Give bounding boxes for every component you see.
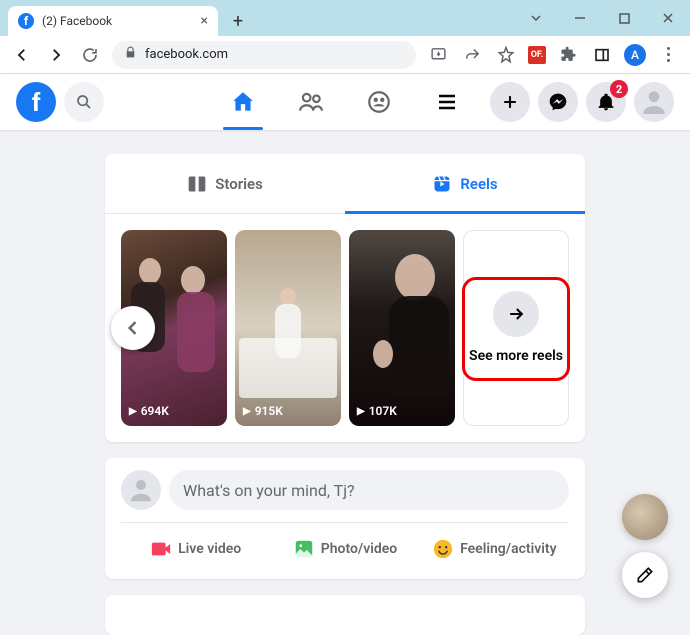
window-controls xyxy=(514,0,690,36)
tab-reels[interactable]: Reels xyxy=(345,154,585,213)
reel-views: 915K xyxy=(243,404,283,418)
facebook-header-right: 2 xyxy=(490,82,674,122)
address-bar[interactable]: facebook.com xyxy=(112,41,416,69)
create-button[interactable] xyxy=(490,82,530,122)
stories-icon xyxy=(187,174,207,194)
reels-prev-button[interactable] xyxy=(111,306,155,350)
reel-item-3[interactable]: 107K xyxy=(349,230,455,426)
nav-friends[interactable] xyxy=(281,74,341,130)
composer-input[interactable]: What's on your mind, Tj? xyxy=(169,470,569,510)
messenger-button[interactable] xyxy=(538,82,578,122)
url-text: facebook.com xyxy=(145,47,228,62)
search-button[interactable] xyxy=(64,82,104,122)
window-titlebar: f (2) Facebook × + xyxy=(0,0,690,36)
toolbar-icons: OF. A xyxy=(426,43,680,67)
menu-kebab-icon[interactable] xyxy=(656,43,680,67)
reel-views: 694K xyxy=(129,404,169,418)
extensions-icon[interactable] xyxy=(556,43,580,67)
tab-title: (2) Facebook xyxy=(42,14,112,28)
reload-button[interactable] xyxy=(78,43,102,67)
stories-reels-tabs: Stories Reels xyxy=(105,154,585,214)
feeling-activity-button[interactable]: Feeling/activity xyxy=(420,531,569,567)
bookmark-star-icon[interactable] xyxy=(494,43,518,67)
browser-toolbar: facebook.com OF. A xyxy=(0,36,690,74)
lock-icon xyxy=(124,46,137,63)
reels-row: 694K 915K 107K See more reels xyxy=(105,214,585,442)
browser-tab[interactable]: f (2) Facebook × xyxy=(8,6,218,36)
share-icon[interactable] xyxy=(460,43,484,67)
tab-stories-label: Stories xyxy=(215,175,263,193)
caret-down-icon[interactable] xyxy=(514,0,558,36)
nav-groups[interactable] xyxy=(349,74,409,130)
notifications-button[interactable]: 2 xyxy=(586,82,626,122)
profile-avatar[interactable] xyxy=(634,82,674,122)
close-window-button[interactable] xyxy=(646,0,690,36)
minimize-button[interactable] xyxy=(558,0,602,36)
reel-item-2[interactable]: 915K xyxy=(235,230,341,426)
live-video-button[interactable]: Live video xyxy=(121,531,270,567)
extension-of[interactable]: OF. xyxy=(528,46,546,64)
feed-content: Stories Reels 694K 915K 107K xyxy=(0,130,690,635)
nav-menu[interactable] xyxy=(417,74,477,130)
composer-card: What's on your mind, Tj? Live video Phot… xyxy=(105,458,585,579)
new-tab-button[interactable]: + xyxy=(224,7,252,35)
notification-badge: 2 xyxy=(610,80,628,98)
forward-button[interactable] xyxy=(44,43,68,67)
back-button[interactable] xyxy=(10,43,34,67)
facebook-nav xyxy=(213,74,477,130)
new-message-button[interactable] xyxy=(622,552,668,598)
tab-reels-label: Reels xyxy=(460,175,497,193)
maximize-button[interactable] xyxy=(602,0,646,36)
smile-icon xyxy=(432,538,454,560)
reel-views: 107K xyxy=(357,404,397,418)
facebook-favicon: f xyxy=(18,13,34,29)
browser-profile-avatar[interactable]: A xyxy=(624,44,646,66)
camera-icon xyxy=(150,538,172,560)
facebook-header: f 2 xyxy=(0,74,690,130)
chat-head[interactable] xyxy=(622,494,668,540)
close-tab-icon[interactable]: × xyxy=(201,14,208,28)
side-panel-icon[interactable] xyxy=(590,43,614,67)
facebook-logo[interactable]: f xyxy=(16,82,56,122)
nav-home[interactable] xyxy=(213,74,273,130)
tab-stories[interactable]: Stories xyxy=(105,154,345,213)
composer-avatar[interactable] xyxy=(121,470,161,510)
highlight-annotation xyxy=(462,277,570,381)
next-card xyxy=(105,595,585,635)
photo-video-button[interactable]: Photo/video xyxy=(270,531,419,567)
reels-icon xyxy=(432,174,452,194)
composer-placeholder: What's on your mind, Tj? xyxy=(183,481,355,500)
install-icon[interactable] xyxy=(426,43,450,67)
see-more-reels[interactable]: See more reels xyxy=(463,230,569,426)
stories-reels-card: Stories Reels 694K 915K 107K xyxy=(105,154,585,442)
photo-icon xyxy=(293,538,315,560)
composer-actions: Live video Photo/video Feeling/activity xyxy=(121,522,569,567)
